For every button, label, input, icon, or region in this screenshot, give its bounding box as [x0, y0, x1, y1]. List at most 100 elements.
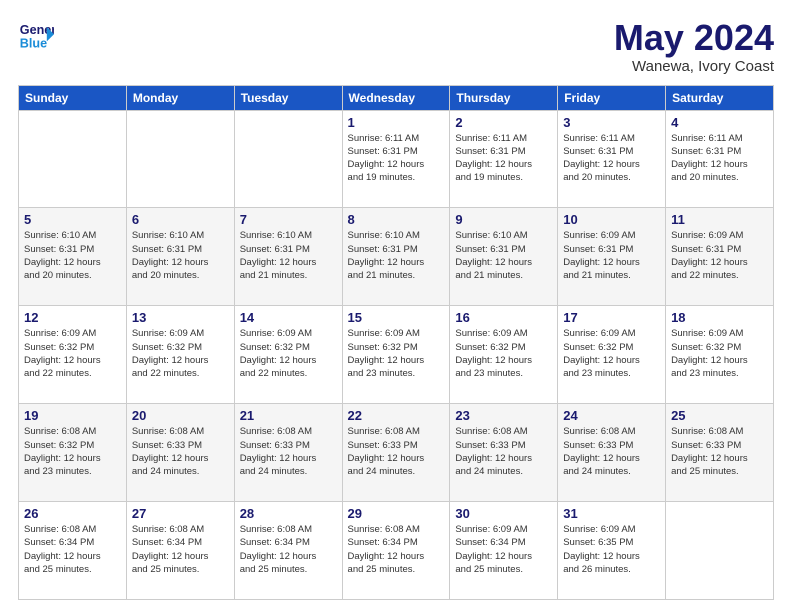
col-saturday: Saturday — [666, 85, 774, 110]
general-blue-logo-icon: General Blue — [18, 18, 54, 54]
day-info: Sunrise: 6:09 AMSunset: 6:32 PMDaylight:… — [348, 327, 445, 380]
day-number: 11 — [671, 212, 768, 227]
day-number: 14 — [240, 310, 337, 325]
day-number: 31 — [563, 506, 660, 521]
day-number: 21 — [240, 408, 337, 423]
page: General Blue May 2024 Wanewa, Ivory Coas… — [0, 0, 792, 612]
calendar-cell: 8 Sunrise: 6:10 AMSunset: 6:31 PMDaylight… — [342, 208, 450, 306]
calendar-cell: 4Sunrise: 6:11 AMSunset: 6:31 PMDaylight… — [666, 110, 774, 208]
day-info: Sunrise: 6:08 AMSunset: 6:34 PMDaylight:… — [348, 523, 445, 576]
day-number: 30 — [455, 506, 552, 521]
week-row-4: 19 Sunrise: 6:08 AMSunset: 6:32 PMDayligh… — [19, 404, 774, 502]
day-number: 29 — [348, 506, 445, 521]
day-number: 9 — [455, 212, 552, 227]
col-friday: Friday — [558, 85, 666, 110]
calendar-cell — [126, 110, 234, 208]
week-row-5: 26 Sunrise: 6:08 AMSunset: 6:34 PMDayligh… — [19, 502, 774, 600]
month-year: May 2024 — [614, 18, 774, 58]
day-number: 28 — [240, 506, 337, 521]
day-info: Sunrise: 6:08 AMSunset: 6:33 PMDaylight:… — [671, 425, 768, 478]
calendar-cell: 6 Sunrise: 6:10 AMSunset: 6:31 PMDaylight… — [126, 208, 234, 306]
calendar-cell — [666, 502, 774, 600]
day-info: Sunrise: 6:09 AMSunset: 6:32 PMDaylight:… — [563, 327, 660, 380]
calendar-header-row: Sunday Monday Tuesday Wednesday Thursday… — [19, 85, 774, 110]
day-info: Sunrise: 6:10 AMSunset: 6:31 PMDaylight:… — [132, 229, 229, 282]
day-info: Sunrise: 6:11 AMSunset: 6:31 PMDaylight:… — [348, 132, 445, 185]
day-number: 16 — [455, 310, 552, 325]
calendar-cell: 19 Sunrise: 6:08 AMSunset: 6:32 PMDayligh… — [19, 404, 127, 502]
day-number: 17 — [563, 310, 660, 325]
calendar-cell: 17 Sunrise: 6:09 AMSunset: 6:32 PMDayligh… — [558, 306, 666, 404]
calendar-cell: 22Sunrise: 6:08 AMSunset: 6:33 PMDayligh… — [342, 404, 450, 502]
day-info: Sunrise: 6:10 AMSunset: 6:31 PMDaylight:… — [348, 229, 445, 282]
day-info: Sunrise: 6:09 AMSunset: 6:32 PMDaylight:… — [240, 327, 337, 380]
week-row-1: 1 Sunrise: 6:11 AMSunset: 6:31 PMDaylight… — [19, 110, 774, 208]
day-number: 25 — [671, 408, 768, 423]
col-wednesday: Wednesday — [342, 85, 450, 110]
day-info: Sunrise: 6:09 AMSunset: 6:32 PMDaylight:… — [24, 327, 121, 380]
location: Wanewa, Ivory Coast — [614, 58, 774, 75]
day-number: 5 — [24, 212, 121, 227]
calendar-cell — [19, 110, 127, 208]
day-number: 12 — [24, 310, 121, 325]
day-number: 15 — [348, 310, 445, 325]
calendar-cell: 15 Sunrise: 6:09 AMSunset: 6:32 PMDayligh… — [342, 306, 450, 404]
calendar-cell: 25 Sunrise: 6:08 AMSunset: 6:33 PMDayligh… — [666, 404, 774, 502]
title-block: May 2024 Wanewa, Ivory Coast — [614, 18, 774, 75]
day-info: Sunrise: 6:09 AMSunset: 6:32 PMDaylight:… — [455, 327, 552, 380]
calendar-cell: 16 Sunrise: 6:09 AMSunset: 6:32 PMDayligh… — [450, 306, 558, 404]
calendar-cell: 3 Sunrise: 6:11 AMSunset: 6:31 PMDaylight… — [558, 110, 666, 208]
col-tuesday: Tuesday — [234, 85, 342, 110]
day-info: Sunrise: 6:08 AMSunset: 6:34 PMDaylight:… — [240, 523, 337, 576]
day-info: Sunrise: 6:10 AMSunset: 6:31 PMDaylight:… — [455, 229, 552, 282]
day-number: 18 — [671, 310, 768, 325]
logo: General Blue — [18, 18, 54, 54]
calendar-cell: 23 Sunrise: 6:08 AMSunset: 6:33 PMDayligh… — [450, 404, 558, 502]
day-number: 3 — [563, 115, 660, 130]
col-thursday: Thursday — [450, 85, 558, 110]
day-info: Sunrise: 6:08 AMSunset: 6:33 PMDaylight:… — [240, 425, 337, 478]
day-info: Sunrise: 6:08 AMSunset: 6:33 PMDaylight:… — [563, 425, 660, 478]
calendar-cell: 1 Sunrise: 6:11 AMSunset: 6:31 PMDaylight… — [342, 110, 450, 208]
day-info: Sunrise: 6:10 AMSunset: 6:31 PMDaylight:… — [240, 229, 337, 282]
week-row-2: 5 Sunrise: 6:10 AMSunset: 6:31 PMDaylight… — [19, 208, 774, 306]
calendar-cell: 26Sunrise: 6:08 AMSunset: 6:34 PMDayligh… — [19, 502, 127, 600]
calendar-cell: 28 Sunrise: 6:08 AMSunset: 6:34 PMDayligh… — [234, 502, 342, 600]
calendar-cell: 2 Sunrise: 6:11 AMSunset: 6:31 PMDaylight… — [450, 110, 558, 208]
day-info: Sunrise: 6:08 AMSunset: 6:33 PMDaylight:… — [132, 425, 229, 478]
week-row-3: 12 Sunrise: 6:09 AMSunset: 6:32 PMDayligh… — [19, 306, 774, 404]
calendar-cell: 18 Sunrise: 6:09 AMSunset: 6:32 PMDayligh… — [666, 306, 774, 404]
col-sunday: Sunday — [19, 85, 127, 110]
calendar-cell: 30Sunrise: 6:09 AMSunset: 6:34 PMDayligh… — [450, 502, 558, 600]
day-info: Sunrise: 6:11 AMSunset: 6:31 PMDaylight:… — [671, 132, 768, 185]
day-number: 8 — [348, 212, 445, 227]
day-info: Sunrise: 6:11 AMSunset: 6:31 PMDaylight:… — [563, 132, 660, 185]
day-info: Sunrise: 6:10 AMSunset: 6:31 PMDaylight:… — [24, 229, 121, 282]
day-info: Sunrise: 6:09 AMSunset: 6:35 PMDaylight:… — [563, 523, 660, 576]
calendar-cell: 13Sunrise: 6:09 AMSunset: 6:32 PMDayligh… — [126, 306, 234, 404]
day-number: 23 — [455, 408, 552, 423]
day-info: Sunrise: 6:08 AMSunset: 6:34 PMDaylight:… — [132, 523, 229, 576]
day-number: 19 — [24, 408, 121, 423]
day-number: 6 — [132, 212, 229, 227]
calendar-cell: 7 Sunrise: 6:10 AMSunset: 6:31 PMDaylight… — [234, 208, 342, 306]
calendar-cell — [234, 110, 342, 208]
day-number: 10 — [563, 212, 660, 227]
col-monday: Monday — [126, 85, 234, 110]
day-number: 2 — [455, 115, 552, 130]
day-number: 24 — [563, 408, 660, 423]
day-info: Sunrise: 6:09 AMSunset: 6:32 PMDaylight:… — [671, 327, 768, 380]
calendar-cell: 29 Sunrise: 6:08 AMSunset: 6:34 PMDayligh… — [342, 502, 450, 600]
day-info: Sunrise: 6:09 AMSunset: 6:31 PMDaylight:… — [671, 229, 768, 282]
calendar-cell: 14 Sunrise: 6:09 AMSunset: 6:32 PMDayligh… — [234, 306, 342, 404]
day-number: 7 — [240, 212, 337, 227]
day-info: Sunrise: 6:08 AMSunset: 6:33 PMDaylight:… — [455, 425, 552, 478]
calendar-cell: 5 Sunrise: 6:10 AMSunset: 6:31 PMDaylight… — [19, 208, 127, 306]
day-info: Sunrise: 6:08 AMSunset: 6:32 PMDaylight:… — [24, 425, 121, 478]
day-number: 27 — [132, 506, 229, 521]
day-info: Sunrise: 6:11 AMSunset: 6:31 PMDaylight:… — [455, 132, 552, 185]
calendar-cell: 31 Sunrise: 6:09 AMSunset: 6:35 PMDayligh… — [558, 502, 666, 600]
day-number: 1 — [348, 115, 445, 130]
day-info: Sunrise: 6:09 AMSunset: 6:32 PMDaylight:… — [132, 327, 229, 380]
day-number: 26 — [24, 506, 121, 521]
